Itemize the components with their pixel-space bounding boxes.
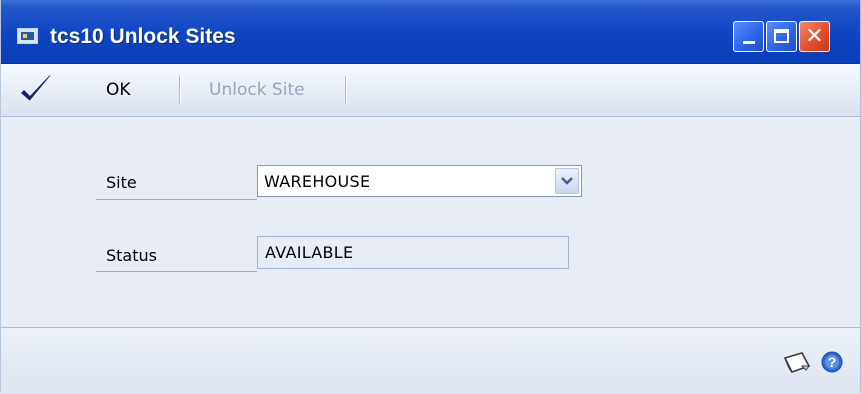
close-button[interactable]: ✕ [799,21,830,52]
window-title: tcs10 Unlock Sites [50,25,236,48]
svg-text:?: ? [828,354,837,370]
label-divider [96,271,257,272]
site-dropdown-button[interactable] [555,168,579,194]
label-divider [96,199,257,200]
unlock-site-button[interactable]: Unlock Site [209,80,305,100]
chevron-down-icon [561,177,573,185]
help-icon[interactable]: ? [821,351,843,373]
minimize-icon [743,41,755,44]
minimize-button[interactable] [733,21,764,52]
note-icon[interactable] [782,352,812,374]
toolbar-separator [179,76,181,104]
status-label: Status [106,246,157,265]
maximize-button[interactable] [766,21,797,52]
site-dropdown[interactable]: WAREHOUSE [257,165,582,197]
close-icon: ✕ [805,24,824,49]
status-bar: ? [1,327,860,394]
status-field: AVAILABLE [257,236,569,269]
site-label: Site [106,173,137,192]
toolbar: OK Unlock Site [1,64,860,117]
window-app-icon [17,28,38,44]
site-value: WAREHOUSE [264,172,371,191]
maximize-icon [774,29,789,43]
unlock-sites-window: tcs10 Unlock Sites ✕ OK Unlock Site Site… [0,0,861,394]
toolbar-separator [345,76,347,104]
ok-button[interactable]: OK [106,80,131,100]
title-bar[interactable]: tcs10 Unlock Sites ✕ [1,0,860,64]
status-value: AVAILABLE [265,243,354,262]
form-area: Site WAREHOUSE Status AVAILABLE [1,117,860,327]
checkmark-icon[interactable] [19,73,53,107]
